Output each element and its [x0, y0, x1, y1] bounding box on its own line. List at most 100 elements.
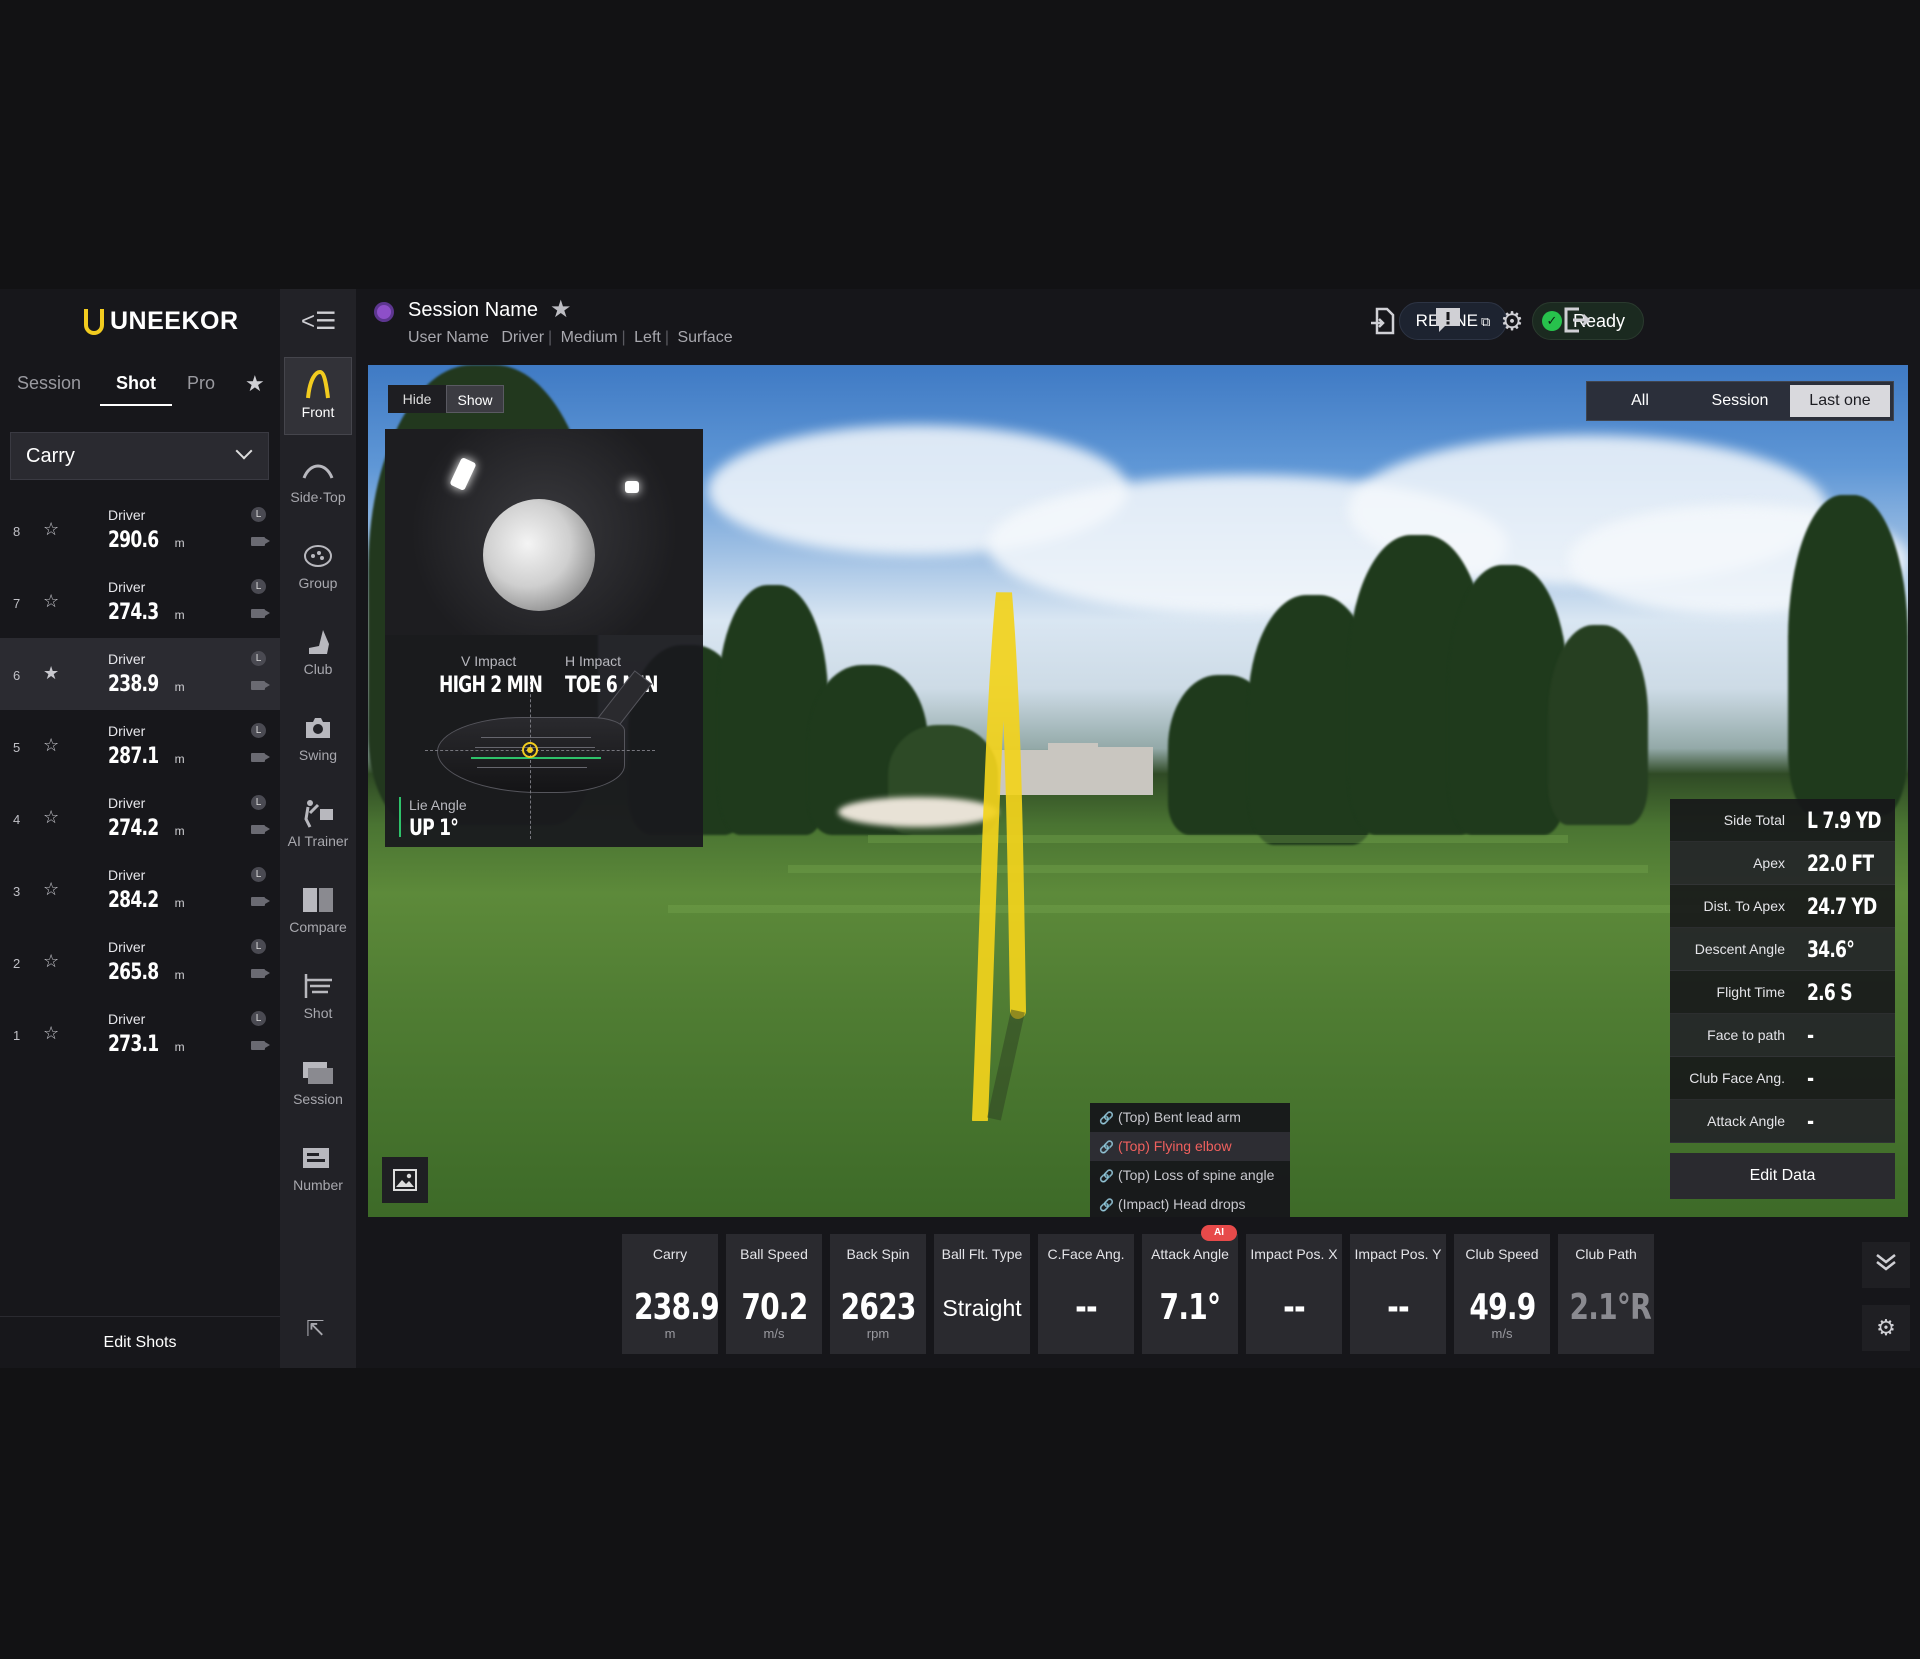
shot-list-panel: UNEEKOR Session Shot Pro ★ Carry 8 ☆ Dri… [0, 289, 280, 1368]
tool-club[interactable]: Club [284, 615, 352, 693]
shot-favorite-star-icon[interactable]: ☆ [43, 591, 59, 612]
metric-card-ball-speed[interactable]: Ball Speed 70.2 m/s [726, 1234, 822, 1354]
tab-shot[interactable]: Shot [116, 373, 156, 394]
session-favorite-star-icon[interactable]: ★ [550, 295, 572, 324]
card-label: Impact Pos. X [1250, 1246, 1338, 1262]
ai-fault-item[interactable]: 🔗 (Impact) Head drops [1090, 1190, 1290, 1217]
shot-list-item[interactable]: 5 ☆ Driver 287.1 m L [0, 710, 280, 782]
card-settings-gear-icon[interactable]: ⚙ [1862, 1305, 1910, 1351]
metric-card-carry[interactable]: Carry 238.9 m [622, 1234, 720, 1354]
metric-card-ball-flt-type[interactable]: Ball Flt. Type Straight [934, 1234, 1030, 1354]
crosshair-horizontal [425, 750, 655, 751]
tool-number[interactable]: Number [284, 1131, 352, 1209]
tab-session[interactable]: Session [17, 373, 81, 394]
edit-data-button[interactable]: Edit Data [1670, 1153, 1895, 1199]
video-camera-icon[interactable] [251, 609, 270, 618]
ball-marker [625, 481, 639, 493]
video-camera-icon[interactable] [251, 969, 270, 978]
video-camera-icon[interactable] [251, 537, 270, 546]
meta-club: Driver [501, 329, 545, 346]
shot-list-item[interactable]: 2 ☆ Driver 265.8 m L [0, 926, 280, 998]
import-file-icon[interactable] [1368, 305, 1400, 337]
ai-fault-item[interactable]: 🔗 (Top) Flying elbow [1090, 1132, 1290, 1161]
shot-favorite-star-icon[interactable]: ☆ [43, 735, 59, 756]
video-camera-icon[interactable] [251, 753, 270, 762]
shot-carry-value: 290.6 m [108, 528, 185, 553]
favorites-star-icon[interactable]: ★ [245, 371, 265, 397]
image-icon[interactable] [382, 1157, 428, 1203]
side-top-view-icon [302, 455, 334, 485]
settings-gear-icon[interactable]: ⚙ [1496, 305, 1528, 337]
video-camera-icon[interactable] [251, 897, 270, 906]
tool-shot[interactable]: Shot [284, 959, 352, 1037]
shot-favorite-star-icon[interactable]: ★ [43, 663, 59, 684]
card-value: 2623 [840, 1287, 917, 1328]
shot-favorite-star-icon[interactable]: ☆ [43, 519, 59, 540]
shot-club: Driver [108, 651, 146, 667]
shot-list-item[interactable]: 7 ☆ Driver 274.3 m L [0, 566, 280, 638]
video-camera-icon[interactable] [251, 825, 270, 834]
overlay-toggle: Hide Show [388, 385, 504, 413]
link-icon: 🔗 [1099, 1169, 1114, 1183]
card-label: C.Face Ang. [1047, 1246, 1125, 1262]
shot-favorite-star-icon[interactable]: ☆ [43, 1023, 59, 1044]
shot-list-item[interactable]: 3 ☆ Driver 284.2 m L [0, 854, 280, 926]
metric-card-club-path[interactable]: Club Path 2.1°R [1558, 1234, 1654, 1354]
metric-dropdown[interactable]: Carry [10, 432, 269, 480]
shot-list-item[interactable]: 6 ★ Driver 238.9 m L [0, 638, 280, 710]
tool-group[interactable]: Group [284, 529, 352, 607]
edit-shots-button[interactable]: Edit Shots [0, 1316, 280, 1368]
shot-list-item[interactable]: 4 ☆ Driver 274.2 m L [0, 782, 280, 854]
card-value: 238.9 [633, 1287, 720, 1328]
shot-list-item[interactable]: 8 ☆ Driver 290.6 m L [0, 494, 280, 566]
app-window: UNEEKOR Session Shot Pro ★ Carry 8 ☆ Dri… [0, 289, 1920, 1368]
shot-favorite-star-icon[interactable]: ☆ [43, 951, 59, 972]
metric-card-impact-pos-x[interactable]: Impact Pos. X -- [1246, 1234, 1342, 1354]
shot-favorite-star-icon[interactable]: ☆ [43, 879, 59, 900]
external-link-icon[interactable]: ⇱ [306, 1316, 324, 1342]
tool-session[interactable]: Session [284, 1045, 352, 1123]
card-value: Straight [942, 1295, 1022, 1321]
shot-view-scene[interactable]: Hide Show V Impact HIGH 2 MIN H Impact T… [368, 365, 1908, 1217]
collapse-down-icon[interactable] [1862, 1242, 1910, 1288]
hand-badge: L [251, 867, 266, 882]
club-groove [481, 737, 591, 738]
filter-all[interactable]: All [1590, 385, 1690, 417]
exit-icon[interactable] [1560, 305, 1592, 337]
tool-front[interactable]: Front [284, 357, 352, 435]
hide-button[interactable]: Hide [388, 385, 446, 413]
card-value: -- [1283, 1287, 1306, 1328]
shot-favorite-star-icon[interactable]: ☆ [43, 807, 59, 828]
collapse-menu-icon[interactable]: <☰ [301, 307, 337, 336]
panel-tabs: Session Shot Pro ★ [0, 361, 280, 407]
stat-row: Flight Time 2.6 S [1670, 971, 1895, 1014]
metric-card-c-face-ang[interactable]: C.Face Ang. -- [1038, 1234, 1134, 1354]
shot-list-item[interactable]: 1 ☆ Driver 273.1 m L [0, 998, 280, 1070]
ai-fault-item[interactable]: 🔗 (Top) Bent lead arm [1090, 1103, 1290, 1132]
shot-carry-value: 238.9 m [108, 672, 185, 697]
tool-side-top[interactable]: Side·Top [284, 443, 352, 521]
metric-card-impact-pos-y[interactable]: Impact Pos. Y -- [1350, 1234, 1446, 1354]
feedback-icon[interactable] [1432, 305, 1464, 337]
hand-badge: L [251, 723, 266, 738]
metric-card-attack-angle[interactable]: Attack Angle 7.1° [1142, 1234, 1238, 1354]
ai-fault-item[interactable]: 🔗 (Top) Loss of spine angle [1090, 1161, 1290, 1190]
camera-icon [302, 713, 334, 743]
filter-session[interactable]: Session [1690, 385, 1790, 417]
metric-card-club-speed[interactable]: Club Speed 49.9 m/s [1454, 1234, 1550, 1354]
ai-fault-list: 🔗 (Top) Bent lead arm 🔗 (Top) Flying elbow 🔗… [1090, 1103, 1290, 1217]
stat-value: 2.6 S [1807, 981, 1853, 1006]
tool-ai-trainer[interactable]: AI Trainer [284, 787, 352, 865]
metric-card-back-spin[interactable]: Back Spin 2623 rpm [830, 1234, 926, 1354]
hand-badge: L [251, 507, 266, 522]
view-toolbar: <☰ Front Side·Top Group Club Swing AI Tr… [280, 289, 356, 1368]
card-unit: m/s [1491, 1326, 1513, 1341]
filter-last-one[interactable]: Last one [1790, 385, 1890, 417]
tool-compare[interactable]: Compare [284, 873, 352, 951]
video-camera-icon[interactable] [251, 1041, 270, 1050]
tool-label: Number [293, 1177, 343, 1193]
show-button[interactable]: Show [446, 385, 504, 413]
video-camera-icon[interactable] [251, 681, 270, 690]
tab-pro[interactable]: Pro [187, 373, 215, 394]
tool-swing[interactable]: Swing [284, 701, 352, 779]
